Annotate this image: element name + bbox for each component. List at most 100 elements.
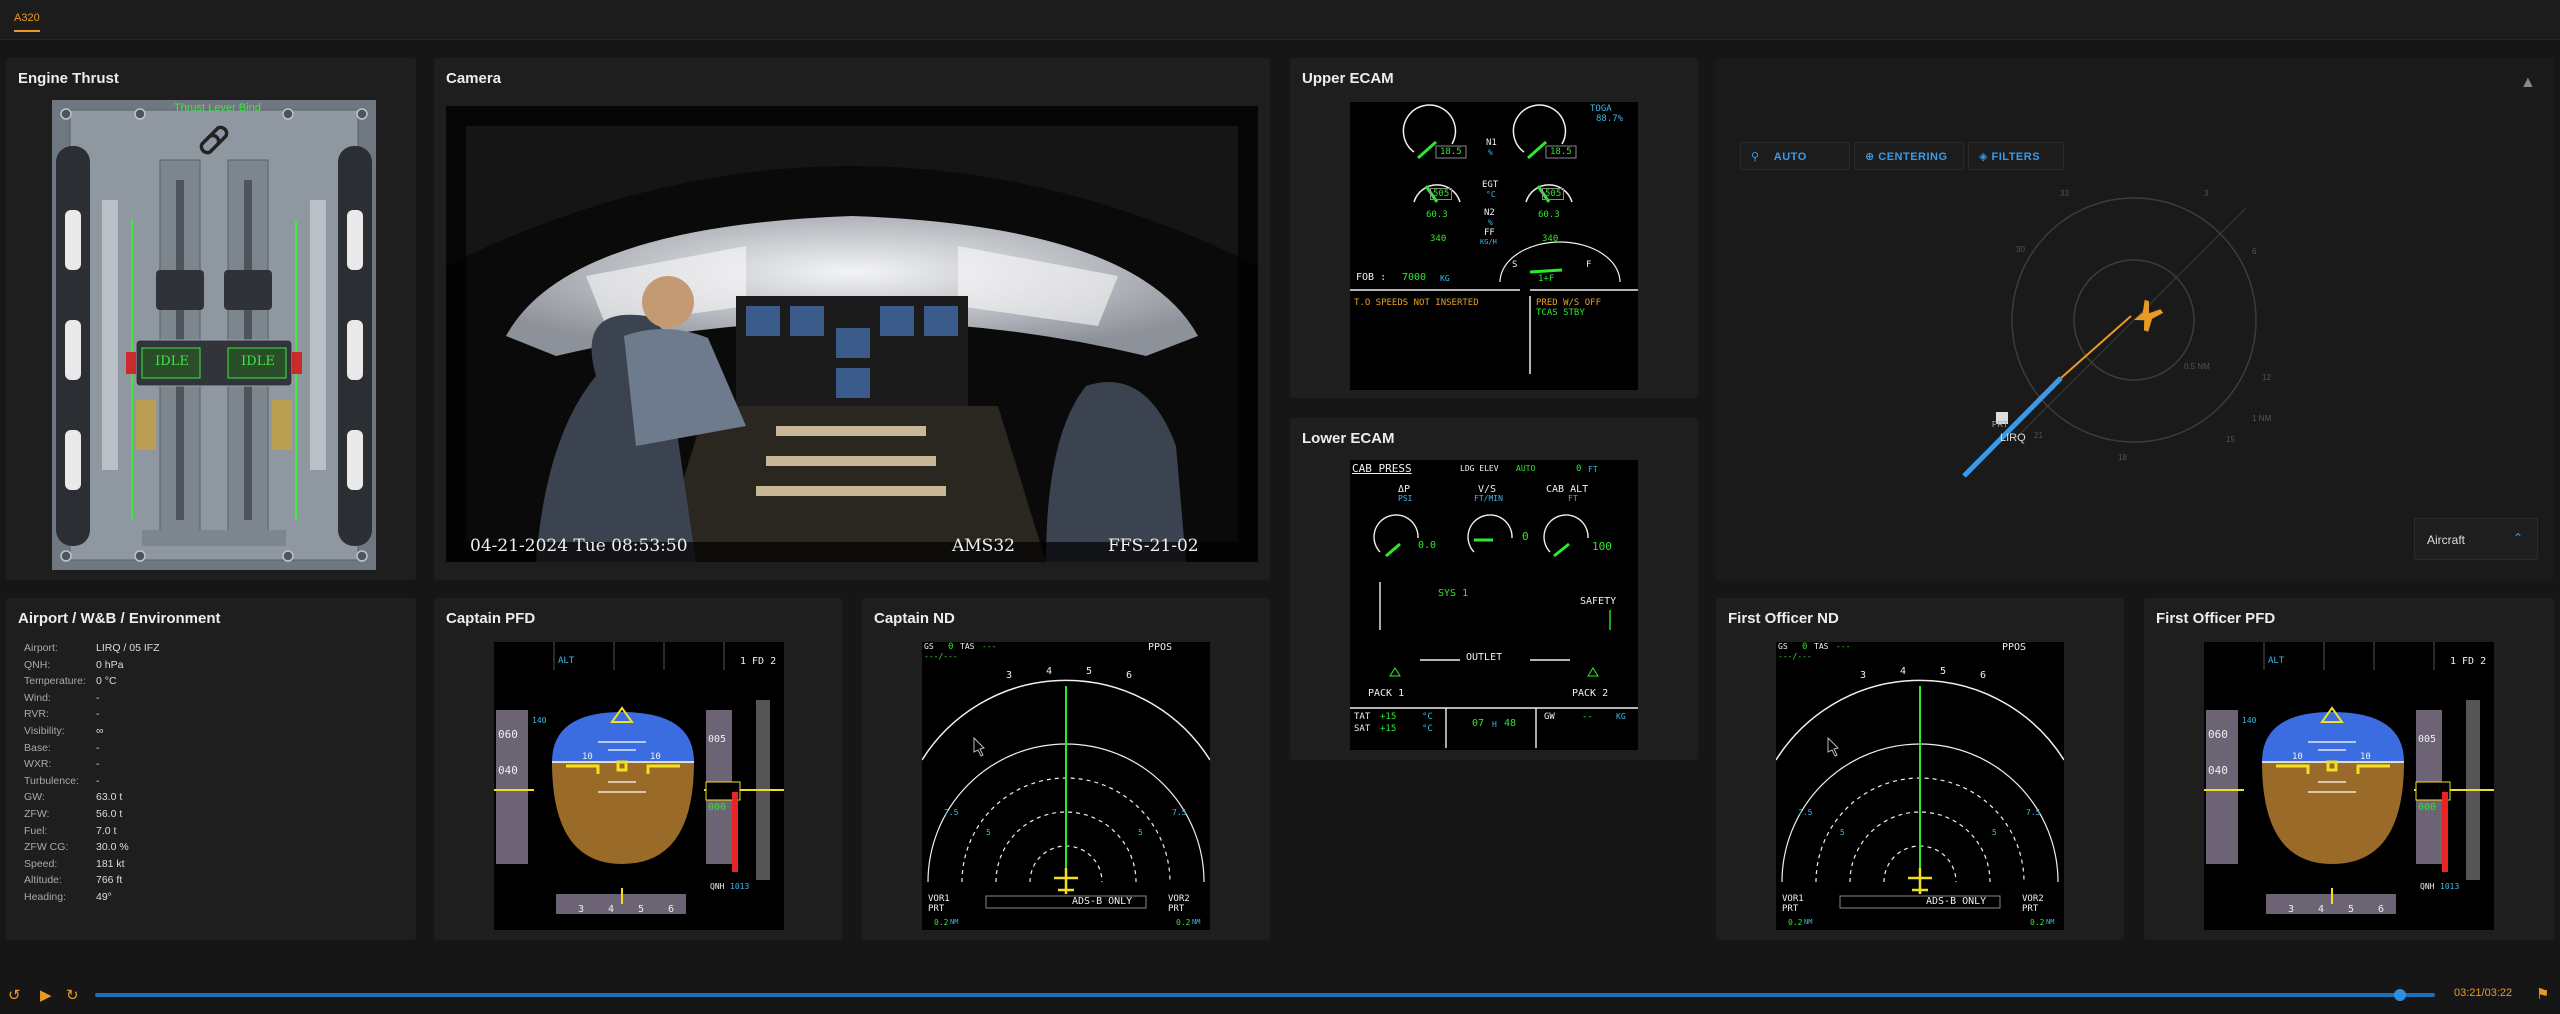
environment-value: 0 hPa <box>96 658 124 671</box>
nd-nm-right: NM <box>2046 918 2055 926</box>
n1-label: N1 <box>1486 138 1497 148</box>
map-canvas[interactable]: 33 36 121518 2130 <box>1716 58 2554 580</box>
environment-label: QNH: <box>24 658 51 671</box>
play-icon[interactable]: ▶ <box>40 986 52 1004</box>
nd-range-inner-right: 5 <box>1992 828 1997 837</box>
ldg-elev-label: LDG ELEV <box>1460 464 1499 473</box>
pfd-alt-top: 005 <box>708 734 727 745</box>
pfd-screen: ALT 1 FD 2 140 060 040 005 000 10 10 QNH… <box>494 642 784 930</box>
environment-label: Turbulence: <box>24 774 80 787</box>
environment-label: Fuel: <box>24 824 48 837</box>
delta-p-unit: PSI <box>1398 494 1413 503</box>
pfd-heading-tick: 6 <box>2378 904 2385 915</box>
aircraft-panel-label: Aircraft <box>2427 533 2466 547</box>
egt-right: 505 <box>1542 188 1565 200</box>
panel-title: Engine Thrust <box>18 70 119 87</box>
panel-title: Upper ECAM <box>1302 70 1394 87</box>
map-airport-label: LIRQ <box>2000 432 2026 444</box>
timeline-track[interactable] <box>95 993 2435 997</box>
pfd-pitch-left: 10 <box>582 752 593 762</box>
n2-right: 60.3 <box>1538 210 1560 220</box>
ff-label: FF <box>1484 228 1495 238</box>
camera-datetime: 04-21-2024 Tue 08:53:50 <box>470 536 688 556</box>
environment-label: Airport: <box>24 642 58 654</box>
vs-unit: FT/MIN <box>1474 494 1503 503</box>
environment-value: 30.0 % <box>96 841 129 854</box>
pfd-speed-top: 060 <box>498 728 518 741</box>
thrust-quadrant <box>52 100 376 570</box>
panel-title: Captain ND <box>874 610 955 627</box>
playback-bar: ↺ ▶ ↻ 03:21/03:22 ⚑ <box>0 976 2560 1014</box>
n1-unit: % <box>1488 148 1493 157</box>
lower-ecam-panel: Lower ECAM CAB PRESS LDG ELEV AUTO 0 FT … <box>1290 418 1698 760</box>
gw-value: -- <box>1582 712 1593 722</box>
environment-label: Altitude: <box>24 874 62 887</box>
tab-a320[interactable]: A320 <box>14 12 40 32</box>
pfd-speed-target: 140 <box>532 716 547 725</box>
pfd-heading-tick: 5 <box>638 904 645 915</box>
pfd-heading-tick: 6 <box>668 904 675 915</box>
environment-label: Base: <box>24 741 51 754</box>
nd-screen: GS 0 TAS --- ---/--- PPOS 3 4 5 6 7.5 7.5 5… <box>922 642 1210 930</box>
environment-value: LIRQ / 05 IFZ <box>96 642 160 654</box>
pfd-fd: 1 FD 2 <box>2450 656 2487 667</box>
environment-value: - <box>96 758 100 771</box>
nd-heading-tick: 5 <box>1940 666 1947 677</box>
nd-vor1: VOR1 <box>928 894 950 904</box>
environment-value: 63.0 t <box>96 791 123 804</box>
pfd-speed-target: 140 <box>2242 716 2257 725</box>
environment-value: 0 °C <box>96 675 117 688</box>
camera-id: AMS32 <box>952 536 1015 556</box>
pfd-alt-mid: 000 <box>708 802 727 813</box>
map-runway-label: PRT <box>1992 420 2008 429</box>
clock-h-unit: H <box>1492 720 1497 729</box>
panel-title: Airport / W&B / Environment <box>18 610 221 627</box>
environment-label: ZFW: <box>24 808 50 820</box>
aircraft-panel-toggle[interactable]: Aircraft ⌃ <box>2414 518 2538 560</box>
nd-dist-left: 0.2 <box>934 918 949 927</box>
pfd-qnh-value: 1013 <box>730 882 750 891</box>
n1-left: 18.5 <box>1440 147 1462 157</box>
clock-hours: 07 <box>1472 718 1485 729</box>
svg-text:18: 18 <box>2118 453 2127 462</box>
upper-ecam-display: TOGA 88.7% 18.5 18.5 N1 % 505 505 EGT °C… <box>1350 102 1638 390</box>
nd-heading-tick: 6 <box>1126 670 1133 681</box>
environment-value: - <box>96 741 100 754</box>
environment-value: ∞ <box>96 725 104 737</box>
nd-heading-tick: 4 <box>1900 666 1907 677</box>
ff-right: 340 <box>1542 234 1559 244</box>
environment-value: - <box>96 774 100 787</box>
pfd-pitch-right: 10 <box>2360 752 2371 762</box>
pfd-alt-mode: ALT <box>558 656 575 666</box>
nd-vor1: VOR1 <box>1782 894 1804 904</box>
nd-vor2: VOR2 <box>2022 894 2044 904</box>
environment-value: 7.0 t <box>96 824 117 837</box>
nd-vor1-prt: PRT <box>1782 904 1799 914</box>
nd-heading-tick: 5 <box>1086 666 1093 677</box>
tat-label: TAT <box>1354 712 1371 722</box>
pfd-alt-mid: 000 <box>2418 802 2437 813</box>
lower-ecam-display: CAB PRESS LDG ELEV AUTO 0 FT ΔP PSI 0.0 … <box>1350 460 1638 750</box>
replay-icon[interactable]: ↺ <box>8 986 21 1004</box>
environment-value: 56.0 t <box>96 808 123 820</box>
nd-range-inner-right: 5 <box>1138 828 1143 837</box>
timeline-knob[interactable] <box>2393 989 2406 1001</box>
environment-value: - <box>96 691 100 704</box>
nd-gs-label: GS <box>1778 642 1788 651</box>
memo-to-speeds: T.O SPEEDS NOT INSERTED <box>1354 298 1479 308</box>
svg-text:12: 12 <box>2262 373 2271 382</box>
nd-heading-tick: 6 <box>1980 670 1987 681</box>
environment-label: Speed: <box>24 857 58 870</box>
nd-range-inner-left: 5 <box>1840 828 1845 837</box>
panel-title: First Officer ND <box>1728 610 1839 627</box>
nd-range-outer-right: 7.5 <box>1172 808 1187 817</box>
flag-icon[interactable]: ⚑ <box>2536 985 2549 1003</box>
fo-nd-panel: First Officer ND GS 0 TAS --- ---/--- PP… <box>1716 598 2124 940</box>
environment-value: 766 ft <box>96 874 123 887</box>
sat-label: SAT <box>1354 724 1371 734</box>
nd-gs-value: 0 <box>948 642 954 652</box>
forward-icon[interactable]: ↻ <box>66 986 79 1004</box>
nd-wind: ---/--- <box>924 652 958 661</box>
toga-value: 88.7% <box>1596 114 1624 124</box>
map-ring-label-inner: 0.5 NM <box>2184 362 2210 371</box>
